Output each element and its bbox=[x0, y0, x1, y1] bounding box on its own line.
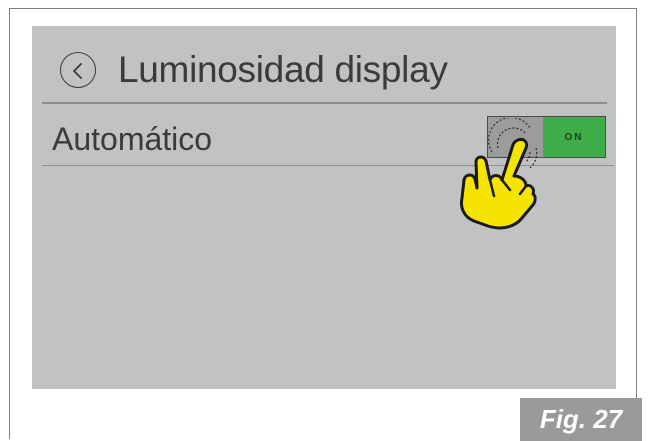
figure-caption: Fig. 27 bbox=[520, 398, 642, 441]
page-title: Luminosidad display bbox=[118, 49, 448, 90]
back-button[interactable] bbox=[60, 52, 96, 88]
title-divider bbox=[42, 102, 607, 104]
tap-hand-icon bbox=[460, 118, 538, 230]
setting-label: Automático bbox=[52, 121, 213, 157]
chevron-left-icon bbox=[73, 63, 82, 79]
toggle-on-side: ON bbox=[543, 117, 605, 157]
